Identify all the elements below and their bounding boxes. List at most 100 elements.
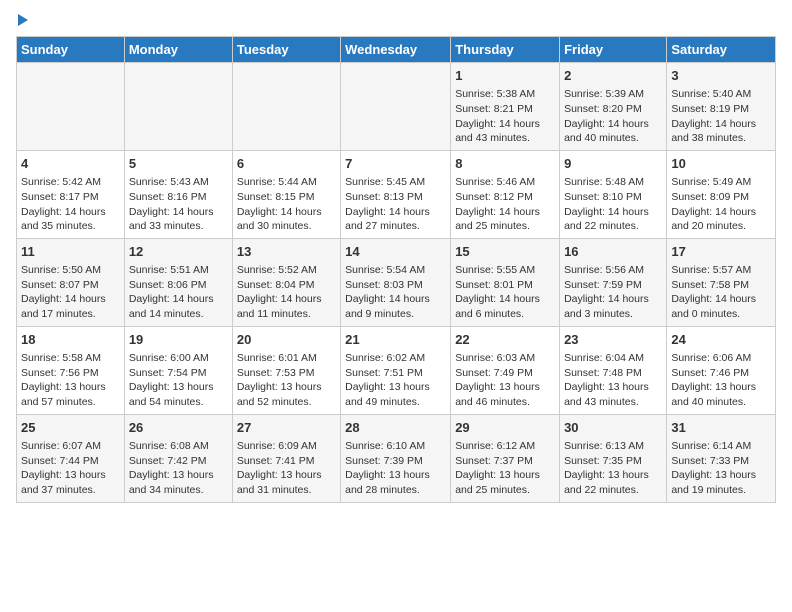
- day-number: 13: [237, 243, 336, 261]
- calendar-cell: 24 Sunrise: 6:06 AM Sunset: 7:46 PM Dayli…: [667, 326, 776, 414]
- day-header-sunday: Sunday: [17, 37, 125, 63]
- calendar-cell: 7 Sunrise: 5:45 AM Sunset: 8:13 PM Daylig…: [341, 150, 451, 238]
- calendar-cell: 31Sunrise: 6:14 AM Sunset: 7:33 PM Dayli…: [667, 414, 776, 502]
- day-header-wednesday: Wednesday: [341, 37, 451, 63]
- calendar-cell: 27 Sunrise: 6:09 AM Sunset: 7:41 PM Dayli…: [232, 414, 340, 502]
- day-info: Sunrise: 5:44 AM Sunset: 8:15 PM Dayligh…: [237, 175, 336, 234]
- calendar-cell: [17, 63, 125, 151]
- day-number: 30: [564, 419, 662, 437]
- day-info: Sunrise: 6:13 AM Sunset: 7:35 PM Dayligh…: [564, 439, 662, 498]
- day-number: 29: [455, 419, 555, 437]
- day-number: 8: [455, 155, 555, 173]
- day-info: Sunrise: 5:57 AM Sunset: 7:58 PM Dayligh…: [671, 263, 771, 322]
- day-number: 11: [21, 243, 120, 261]
- day-info: Sunrise: 6:03 AM Sunset: 7:49 PM Dayligh…: [455, 351, 555, 410]
- calendar-cell: 17 Sunrise: 5:57 AM Sunset: 7:58 PM Dayli…: [667, 238, 776, 326]
- calendar-cell: 26 Sunrise: 6:08 AM Sunset: 7:42 PM Dayli…: [124, 414, 232, 502]
- day-header-tuesday: Tuesday: [232, 37, 340, 63]
- day-number: 21: [345, 331, 446, 349]
- calendar-cell: 15 Sunrise: 5:55 AM Sunset: 8:01 PM Dayli…: [451, 238, 560, 326]
- day-info: Sunrise: 6:00 AM Sunset: 7:54 PM Dayligh…: [129, 351, 228, 410]
- calendar-cell: 22 Sunrise: 6:03 AM Sunset: 7:49 PM Dayli…: [451, 326, 560, 414]
- day-info: Sunrise: 5:55 AM Sunset: 8:01 PM Dayligh…: [455, 263, 555, 322]
- day-number: 1: [455, 67, 555, 85]
- day-number: 18: [21, 331, 120, 349]
- calendar-cell: 8 Sunrise: 5:46 AM Sunset: 8:12 PM Daylig…: [451, 150, 560, 238]
- calendar-cell: 1Sunrise: 5:38 AM Sunset: 8:21 PM Daylig…: [451, 63, 560, 151]
- day-header-saturday: Saturday: [667, 37, 776, 63]
- calendar-cell: 20 Sunrise: 6:01 AM Sunset: 7:53 PM Dayli…: [232, 326, 340, 414]
- day-number: 19: [129, 331, 228, 349]
- calendar-cell: 25 Sunrise: 6:07 AM Sunset: 7:44 PM Dayli…: [17, 414, 125, 502]
- calendar-week-row: 1Sunrise: 5:38 AM Sunset: 8:21 PM Daylig…: [17, 63, 776, 151]
- day-info: Sunrise: 5:54 AM Sunset: 8:03 PM Dayligh…: [345, 263, 446, 322]
- day-number: 9: [564, 155, 662, 173]
- day-number: 25: [21, 419, 120, 437]
- day-number: 26: [129, 419, 228, 437]
- day-number: 7: [345, 155, 446, 173]
- day-number: 20: [237, 331, 336, 349]
- day-info: Sunrise: 6:06 AM Sunset: 7:46 PM Dayligh…: [671, 351, 771, 410]
- main-container: SundayMondayTuesdayWednesdayThursdayFrid…: [0, 0, 792, 513]
- calendar-cell: 12Sunrise: 5:51 AM Sunset: 8:06 PM Dayli…: [124, 238, 232, 326]
- logo: [16, 16, 28, 26]
- calendar-cell: 23 Sunrise: 6:04 AM Sunset: 7:48 PM Dayli…: [560, 326, 667, 414]
- day-info: Sunrise: 6:10 AM Sunset: 7:39 PM Dayligh…: [345, 439, 446, 498]
- calendar-cell: 30 Sunrise: 6:13 AM Sunset: 7:35 PM Dayli…: [560, 414, 667, 502]
- day-number: 10: [671, 155, 771, 173]
- day-number: 17: [671, 243, 771, 261]
- calendar-table: SundayMondayTuesdayWednesdayThursdayFrid…: [16, 36, 776, 503]
- day-info: Sunrise: 5:51 AM Sunset: 8:06 PM Dayligh…: [129, 263, 228, 322]
- calendar-cell: 5Sunrise: 5:43 AM Sunset: 8:16 PM Daylig…: [124, 150, 232, 238]
- calendar-header-row: SundayMondayTuesdayWednesdayThursdayFrid…: [17, 37, 776, 63]
- day-info: Sunrise: 6:08 AM Sunset: 7:42 PM Dayligh…: [129, 439, 228, 498]
- calendar-cell: 28 Sunrise: 6:10 AM Sunset: 7:39 PM Dayli…: [341, 414, 451, 502]
- day-info: Sunrise: 5:45 AM Sunset: 8:13 PM Dayligh…: [345, 175, 446, 234]
- day-number: 4: [21, 155, 120, 173]
- day-number: 2: [564, 67, 662, 85]
- day-info: Sunrise: 6:07 AM Sunset: 7:44 PM Dayligh…: [21, 439, 120, 498]
- day-info: Sunrise: 6:09 AM Sunset: 7:41 PM Dayligh…: [237, 439, 336, 498]
- calendar-cell: 14Sunrise: 5:54 AM Sunset: 8:03 PM Dayli…: [341, 238, 451, 326]
- day-info: Sunrise: 5:46 AM Sunset: 8:12 PM Dayligh…: [455, 175, 555, 234]
- calendar-cell: 10 Sunrise: 5:49 AM Sunset: 8:09 PM Dayli…: [667, 150, 776, 238]
- calendar-cell: 9Sunrise: 5:48 AM Sunset: 8:10 PM Daylig…: [560, 150, 667, 238]
- calendar-cell: [124, 63, 232, 151]
- day-info: Sunrise: 6:12 AM Sunset: 7:37 PM Dayligh…: [455, 439, 555, 498]
- day-info: Sunrise: 5:39 AM Sunset: 8:20 PM Dayligh…: [564, 87, 662, 146]
- day-number: 15: [455, 243, 555, 261]
- day-number: 3: [671, 67, 771, 85]
- calendar-cell: [232, 63, 340, 151]
- calendar-cell: 2 Sunrise: 5:39 AM Sunset: 8:20 PM Daylig…: [560, 63, 667, 151]
- day-info: Sunrise: 6:01 AM Sunset: 7:53 PM Dayligh…: [237, 351, 336, 410]
- calendar-cell: 21Sunrise: 6:02 AM Sunset: 7:51 PM Dayli…: [341, 326, 451, 414]
- calendar-cell: 16 Sunrise: 5:56 AM Sunset: 7:59 PM Dayli…: [560, 238, 667, 326]
- calendar-cell: 4 Sunrise: 5:42 AM Sunset: 8:17 PM Daylig…: [17, 150, 125, 238]
- day-number: 22: [455, 331, 555, 349]
- day-info: Sunrise: 5:52 AM Sunset: 8:04 PM Dayligh…: [237, 263, 336, 322]
- calendar-cell: 13 Sunrise: 5:52 AM Sunset: 8:04 PM Dayli…: [232, 238, 340, 326]
- day-info: Sunrise: 6:14 AM Sunset: 7:33 PM Dayligh…: [671, 439, 771, 498]
- day-info: Sunrise: 5:42 AM Sunset: 8:17 PM Dayligh…: [21, 175, 120, 234]
- header: [16, 16, 776, 26]
- day-info: Sunrise: 5:43 AM Sunset: 8:16 PM Dayligh…: [129, 175, 228, 234]
- calendar-week-row: 4 Sunrise: 5:42 AM Sunset: 8:17 PM Daylig…: [17, 150, 776, 238]
- day-info: Sunrise: 5:49 AM Sunset: 8:09 PM Dayligh…: [671, 175, 771, 234]
- calendar-cell: [341, 63, 451, 151]
- calendar-cell: 29 Sunrise: 6:12 AM Sunset: 7:37 PM Dayli…: [451, 414, 560, 502]
- day-number: 6: [237, 155, 336, 173]
- day-info: Sunrise: 6:04 AM Sunset: 7:48 PM Dayligh…: [564, 351, 662, 410]
- day-number: 16: [564, 243, 662, 261]
- day-number: 27: [237, 419, 336, 437]
- calendar-cell: 18Sunrise: 5:58 AM Sunset: 7:56 PM Dayli…: [17, 326, 125, 414]
- calendar-week-row: 25 Sunrise: 6:07 AM Sunset: 7:44 PM Dayli…: [17, 414, 776, 502]
- calendar-cell: 6 Sunrise: 5:44 AM Sunset: 8:15 PM Daylig…: [232, 150, 340, 238]
- day-header-friday: Friday: [560, 37, 667, 63]
- calendar-cell: 3Sunrise: 5:40 AM Sunset: 8:19 PM Daylig…: [667, 63, 776, 151]
- day-header-thursday: Thursday: [451, 37, 560, 63]
- day-info: Sunrise: 5:56 AM Sunset: 7:59 PM Dayligh…: [564, 263, 662, 322]
- calendar-week-row: 18Sunrise: 5:58 AM Sunset: 7:56 PM Dayli…: [17, 326, 776, 414]
- day-number: 24: [671, 331, 771, 349]
- day-number: 28: [345, 419, 446, 437]
- day-number: 23: [564, 331, 662, 349]
